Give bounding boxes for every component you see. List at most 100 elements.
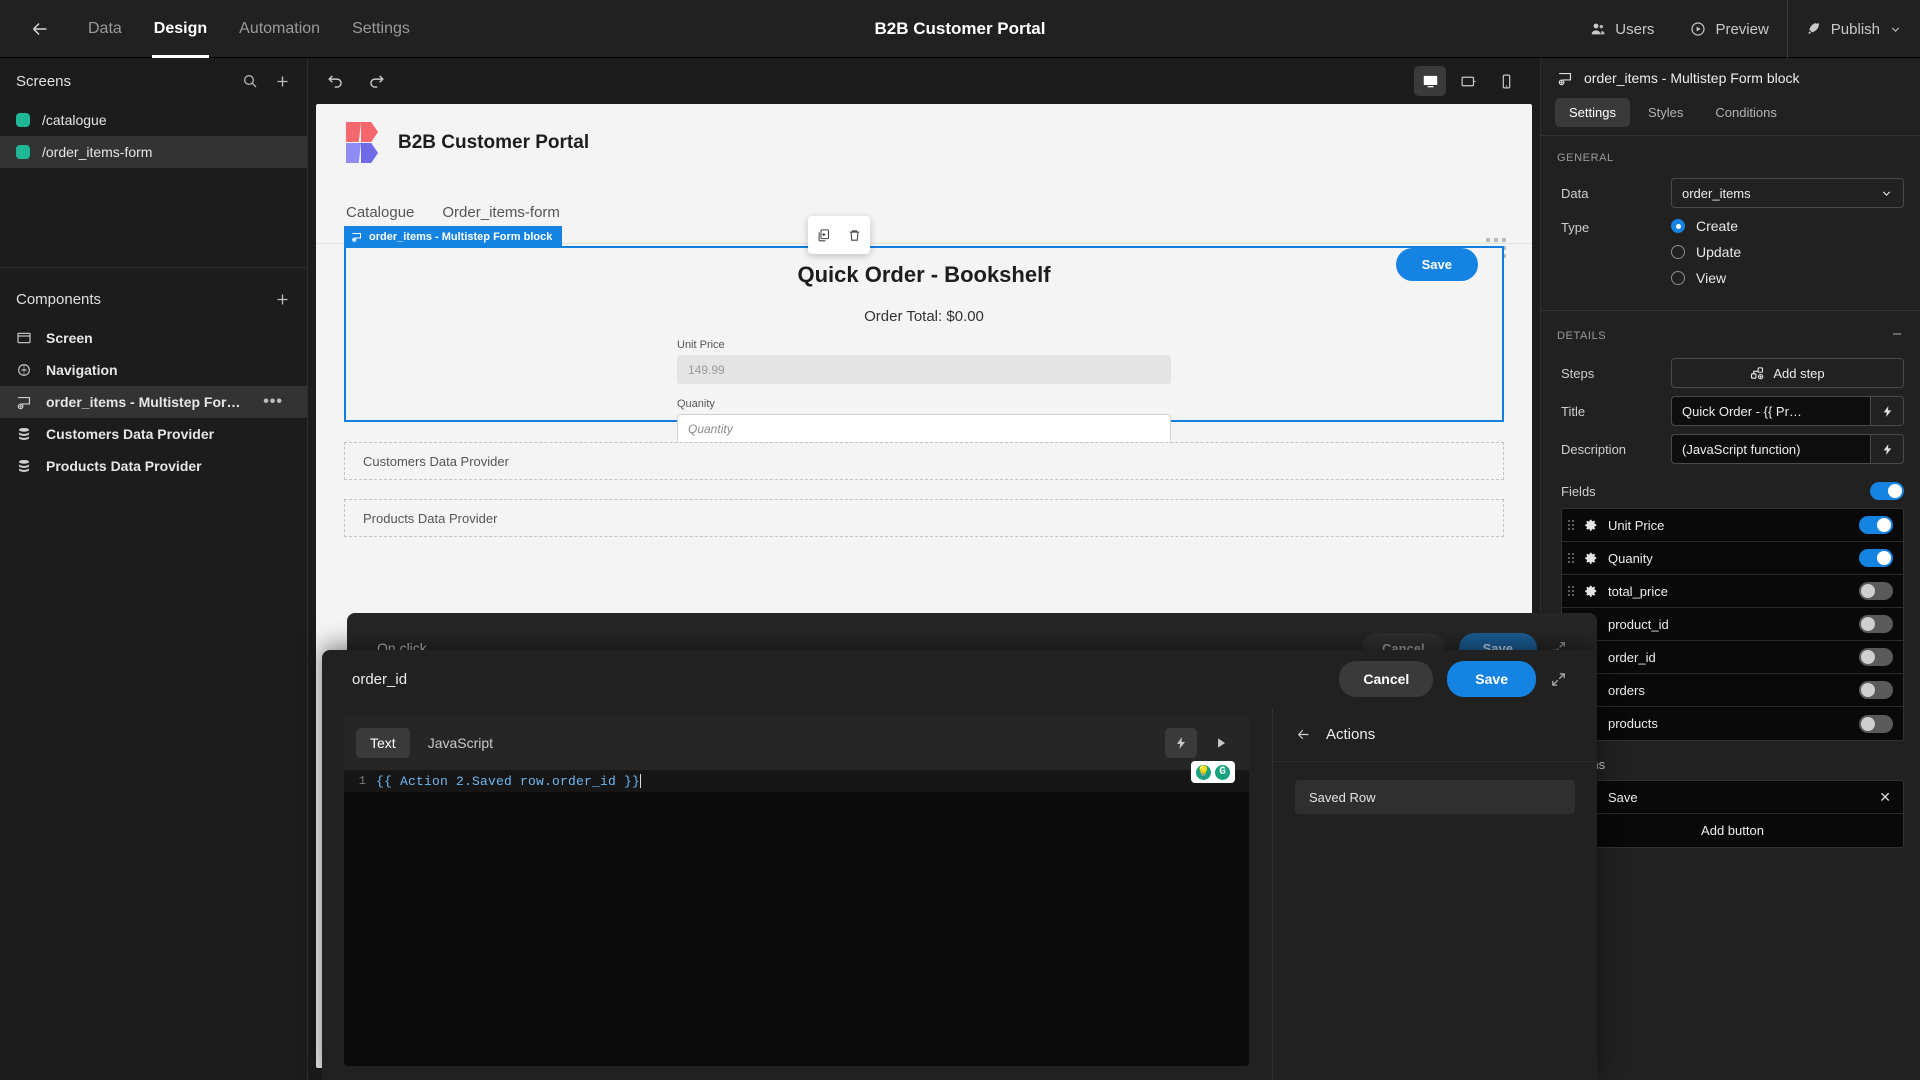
tablet-icon <box>1461 76 1475 86</box>
undo-icon[interactable] <box>326 72 345 91</box>
fields-master-toggle[interactable] <box>1870 482 1904 500</box>
gear-icon[interactable] <box>1584 551 1598 565</box>
nav-tab-design[interactable]: Design <box>138 0 223 58</box>
sidebar-component-screen[interactable]: Screen <box>0 322 307 354</box>
back-button[interactable] <box>18 7 62 51</box>
delete-icon[interactable] <box>847 228 862 243</box>
grammarly-icon[interactable]: G <box>1215 764 1230 780</box>
field-row-orders[interactable]: orders <box>1562 674 1903 707</box>
play-circle-icon <box>1691 22 1706 36</box>
device-tablet-button[interactable] <box>1452 66 1484 96</box>
form-save-button[interactable]: Save <box>1395 248 1478 281</box>
sidebar-component-customers-data-provider[interactable]: Customers Data Provider <box>0 418 307 450</box>
gear-icon[interactable] <box>1584 518 1598 532</box>
preview-label: Preview <box>1715 20 1769 38</box>
description-binding-button[interactable] <box>1870 434 1904 464</box>
field-row-quanity[interactable]: Quanity <box>1562 542 1903 575</box>
grammarly-widget[interactable]: 💡 G <box>1191 761 1235 783</box>
unit-price-input[interactable]: 149.99 <box>677 355 1171 384</box>
drawer-save-button[interactable]: Save <box>1447 661 1536 697</box>
title-input[interactable]: Quick Order - {{ Pr… <box>1671 396 1870 426</box>
add-step-button[interactable]: Add step <box>1671 358 1904 388</box>
run-button[interactable] <box>1205 728 1237 758</box>
binding-button[interactable] <box>1165 728 1197 758</box>
add-step-label: Add step <box>1773 365 1825 381</box>
arrow-left-icon <box>33 22 47 35</box>
field-toggle[interactable] <box>1859 681 1893 699</box>
drawer-cancel-button[interactable]: Cancel <box>1339 661 1434 697</box>
users-button[interactable]: Users <box>1572 0 1672 58</box>
preview-button[interactable]: Preview <box>1672 0 1786 58</box>
add-button[interactable]: Add button <box>1562 814 1903 847</box>
field-toggle[interactable] <box>1859 714 1893 733</box>
search-icon[interactable] <box>242 73 258 89</box>
right-panel-tabs: Settings Styles Conditions <box>1541 98 1920 135</box>
customers-data-provider-block[interactable]: Customers Data Provider <box>344 442 1504 480</box>
title-binding-button[interactable] <box>1870 396 1904 426</box>
navigation-icon <box>16 362 34 378</box>
quantity-input[interactable]: Quantity <box>677 414 1171 443</box>
tab-settings[interactable]: Settings <box>1555 98 1630 127</box>
data-select-value: order_items <box>1682 185 1751 201</box>
field-toggle[interactable] <box>1859 648 1893 666</box>
gear-icon[interactable] <box>1584 584 1598 598</box>
nav-tab-settings[interactable]: Settings <box>336 0 426 58</box>
buttons-header: Buttons <box>1541 741 1920 780</box>
block-tag-label: order_items - Multistep Form block <box>369 231 553 243</box>
screen-icon <box>16 330 34 346</box>
field-toggle[interactable] <box>1859 516 1893 534</box>
nav-tab-automation[interactable]: Automation <box>223 0 336 58</box>
description-input[interactable]: (JavaScript function) <box>1671 434 1870 464</box>
sidebar-screen-order-items-form[interactable]: /order_items-form <box>0 136 307 168</box>
tab-styles[interactable]: Styles <box>1634 98 1697 127</box>
radio-view[interactable]: View <box>1671 270 1741 286</box>
canvas-nav-link-order-items-form[interactable]: Order_items-form <box>442 204 560 221</box>
multistep-form-block[interactable]: order_items - Multistep Form block Quick… <box>344 226 1504 443</box>
radio-create[interactable]: Create <box>1671 218 1741 234</box>
radio-update[interactable]: Update <box>1671 244 1741 260</box>
action-item-label: Saved Row <box>1309 789 1376 805</box>
data-select[interactable]: order_items <box>1671 178 1904 208</box>
canvas-nav-link-catalogue[interactable]: Catalogue <box>346 204 414 221</box>
products-data-provider-block[interactable]: Products Data Provider <box>344 499 1504 537</box>
device-desktop-button[interactable] <box>1414 66 1446 96</box>
button-row-save[interactable]: Save ✕ <box>1562 781 1903 814</box>
expand-icon[interactable] <box>1550 671 1567 688</box>
drag-handle-icon[interactable] <box>1568 586 1574 596</box>
field-row-product-id[interactable]: product_id <box>1562 608 1903 641</box>
field-row-products[interactable]: products <box>1562 707 1903 740</box>
editor-tab-text[interactable]: Text <box>356 728 410 758</box>
lightbulb-icon[interactable]: 💡 <box>1196 764 1211 780</box>
minus-icon[interactable] <box>1890 327 1904 344</box>
top-bar-right: Users Preview Publish <box>1572 0 1920 58</box>
action-item-saved-row[interactable]: Saved Row <box>1295 780 1575 814</box>
duplicate-icon[interactable] <box>816 228 831 243</box>
nav-tab-data[interactable]: Data <box>72 0 138 58</box>
sidebar-component-navigation[interactable]: Navigation <box>0 354 307 386</box>
device-mobile-button[interactable] <box>1490 66 1522 96</box>
tab-conditions[interactable]: Conditions <box>1701 98 1790 127</box>
publish-button[interactable]: Publish <box>1788 0 1920 58</box>
sidebar-component-order-items-form[interactable]: order_items - Multistep For… ••• <box>0 386 307 418</box>
close-icon[interactable]: ✕ <box>1877 789 1893 806</box>
field-toggle[interactable] <box>1859 549 1893 567</box>
drag-handle-icon[interactable] <box>1568 553 1574 563</box>
field-toggle[interactable] <box>1859 615 1893 633</box>
editor-tab-javascript[interactable]: JavaScript <box>414 728 507 758</box>
arrow-left-icon[interactable] <box>1295 726 1312 743</box>
code-editor[interactable]: 1 {{ Action 2.Saved row.order_id }} 💡 G <box>344 761 1249 1066</box>
field-row-unit-price[interactable]: Unit Price <box>1562 509 1903 542</box>
rocket-icon <box>1808 23 1819 34</box>
component-more-icon[interactable]: ••• <box>263 393 291 411</box>
field-row-total-price[interactable]: total_price <box>1562 575 1903 608</box>
field-toggle[interactable] <box>1859 582 1893 600</box>
field-row-order-id[interactable]: order_id <box>1562 641 1903 674</box>
drag-handle-icon[interactable] <box>1568 520 1574 530</box>
form-block-icon <box>352 233 361 242</box>
sidebar-screen-catalogue[interactable]: /catalogue <box>0 104 307 136</box>
redo-icon[interactable] <box>367 72 386 91</box>
add-component-icon[interactable] <box>274 291 291 308</box>
sidebar-component-products-data-provider[interactable]: Products Data Provider <box>0 450 307 482</box>
description-setting-row: Description (JavaScript function) <box>1541 430 1920 468</box>
add-screen-icon[interactable] <box>274 73 291 90</box>
